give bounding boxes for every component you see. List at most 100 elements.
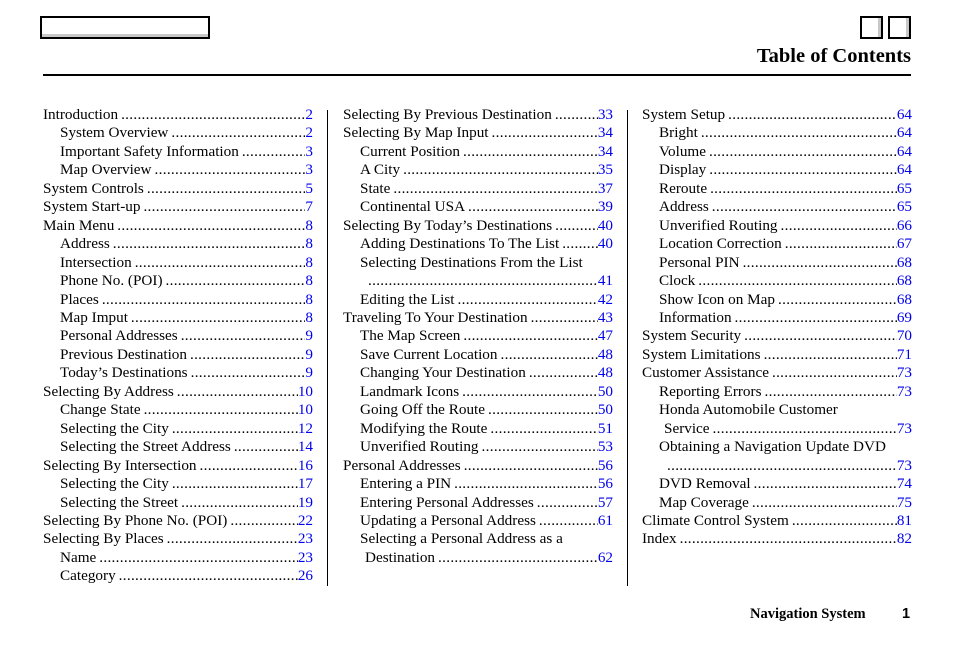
toc-page-link[interactable]: 8 bbox=[305, 291, 313, 309]
toc-page-link[interactable]: 48 bbox=[598, 346, 613, 364]
toc-entry[interactable]: Honda Automobile Customer bbox=[642, 401, 912, 419]
toc-entry[interactable]: Today’s Destinations 9 bbox=[43, 364, 313, 382]
toc-entry[interactable]: Reroute 65 bbox=[642, 180, 912, 198]
toc-page-link[interactable]: 61 bbox=[598, 512, 613, 530]
toc-entry[interactable]: System Controls 5 bbox=[43, 180, 313, 198]
toc-page-link[interactable]: 48 bbox=[598, 364, 613, 382]
toc-entry[interactable]: Bright 64 bbox=[642, 124, 912, 142]
toc-entry[interactable]: Map Overview 3 bbox=[43, 161, 313, 179]
toc-page-link[interactable]: 68 bbox=[897, 272, 912, 290]
toc-entry[interactable]: Map Imput 8 bbox=[43, 309, 313, 327]
toc-page-link[interactable]: 8 bbox=[305, 254, 313, 272]
toc-page-link[interactable]: 67 bbox=[897, 235, 912, 253]
toc-page-link[interactable]: 73 bbox=[897, 383, 912, 401]
toc-page-link[interactable]: 56 bbox=[598, 457, 613, 475]
toc-entry-continuation[interactable]: 73 bbox=[642, 457, 912, 475]
toc-page-link[interactable]: 74 bbox=[897, 475, 912, 493]
toc-page-link[interactable]: 69 bbox=[897, 309, 912, 327]
toc-page-link[interactable]: 82 bbox=[897, 530, 912, 548]
toc-entry-continuation[interactable]: 41 bbox=[343, 272, 613, 290]
toc-page-link[interactable]: 34 bbox=[598, 143, 613, 161]
toc-page-link[interactable]: 9 bbox=[305, 327, 313, 345]
toc-page-link[interactable]: 75 bbox=[897, 494, 912, 512]
toc-page-link[interactable]: 23 bbox=[298, 549, 313, 567]
toc-entry[interactable]: System Setup 64 bbox=[642, 106, 912, 124]
toc-entry[interactable]: Address 65 bbox=[642, 198, 912, 216]
toc-entry[interactable]: Selecting Destinations From the List bbox=[343, 254, 613, 272]
toc-entry[interactable]: Index 82 bbox=[642, 530, 912, 548]
toc-page-link[interactable]: 22 bbox=[298, 512, 313, 530]
toc-entry[interactable]: Address 8 bbox=[43, 235, 313, 253]
toc-entry[interactable]: Personal PIN 68 bbox=[642, 254, 912, 272]
toc-entry[interactable]: Obtaining a Navigation Update DVD bbox=[642, 438, 912, 456]
toc-page-link[interactable]: 37 bbox=[598, 180, 613, 198]
toc-entry[interactable]: Continental USA 39 bbox=[343, 198, 613, 216]
toc-entry[interactable]: Selecting the Street Address 14 bbox=[43, 438, 313, 456]
toc-entry[interactable]: System Security 70 bbox=[642, 327, 912, 345]
toc-page-link[interactable]: 35 bbox=[598, 161, 613, 179]
toc-page-link[interactable]: 8 bbox=[305, 272, 313, 290]
toc-page-link[interactable]: 50 bbox=[598, 401, 613, 419]
previous-page-button[interactable] bbox=[860, 16, 883, 39]
toc-entry[interactable]: Unverified Routing 66 bbox=[642, 217, 912, 235]
toc-page-link[interactable]: 19 bbox=[298, 494, 313, 512]
toc-entry[interactable]: Selecting By Previous Destination 33 bbox=[343, 106, 613, 124]
toc-page-link[interactable]: 65 bbox=[897, 198, 912, 216]
toc-entry[interactable]: Unverified Routing 53 bbox=[343, 438, 613, 456]
toc-page-link[interactable]: 34 bbox=[598, 124, 613, 142]
toc-page-link[interactable]: 73 bbox=[897, 364, 912, 382]
toc-page-link[interactable]: 3 bbox=[305, 143, 313, 161]
toc-page-link[interactable]: 26 bbox=[298, 567, 313, 585]
toc-entry[interactable]: Show Icon on Map 68 bbox=[642, 291, 912, 309]
toc-page-link[interactable]: 66 bbox=[897, 217, 912, 235]
toc-entry[interactable]: Map Coverage 75 bbox=[642, 494, 912, 512]
toc-entry[interactable]: Category 26 bbox=[43, 567, 313, 585]
toc-entry[interactable]: Display 64 bbox=[642, 161, 912, 179]
toc-entry[interactable]: Current Position 34 bbox=[343, 143, 613, 161]
toc-entry[interactable]: Places 8 bbox=[43, 291, 313, 309]
toc-entry[interactable]: Previous Destination 9 bbox=[43, 346, 313, 364]
toc-page-link[interactable]: 73 bbox=[897, 457, 912, 475]
toc-entry[interactable]: Entering a PIN 56 bbox=[343, 475, 613, 493]
toc-entry[interactable]: State 37 bbox=[343, 180, 613, 198]
toc-entry[interactable]: Selecting By Phone No. (POI) 22 bbox=[43, 512, 313, 530]
toc-entry[interactable]: System Limitations 71 bbox=[642, 346, 912, 364]
toc-entry[interactable]: Entering Personal Addresses 57 bbox=[343, 494, 613, 512]
toc-entry[interactable]: Change State 10 bbox=[43, 401, 313, 419]
toc-page-link[interactable]: 65 bbox=[897, 180, 912, 198]
toc-page-link[interactable]: 7 bbox=[305, 198, 313, 216]
toc-page-link[interactable]: 5 bbox=[305, 180, 313, 198]
toc-entry[interactable]: Selecting By Today’s Destinations 40 bbox=[343, 217, 613, 235]
toc-entry-continuation[interactable]: Service 73 bbox=[642, 420, 912, 438]
toc-page-link[interactable]: 71 bbox=[897, 346, 912, 364]
toc-entry[interactable]: Location Correction 67 bbox=[642, 235, 912, 253]
toc-page-link[interactable]: 41 bbox=[598, 272, 613, 290]
toc-entry[interactable]: Updating a Personal Address 61 bbox=[343, 512, 613, 530]
toc-page-link[interactable]: 8 bbox=[305, 235, 313, 253]
search-field[interactable] bbox=[40, 16, 210, 39]
toc-page-link[interactable]: 40 bbox=[598, 235, 613, 253]
toc-page-link[interactable]: 51 bbox=[598, 420, 613, 438]
toc-entry[interactable]: Reporting Errors 73 bbox=[642, 383, 912, 401]
toc-page-link[interactable]: 33 bbox=[598, 106, 613, 124]
toc-page-link[interactable]: 16 bbox=[298, 457, 313, 475]
toc-page-link[interactable]: 2 bbox=[305, 106, 313, 124]
toc-page-link[interactable]: 50 bbox=[598, 383, 613, 401]
next-page-button[interactable] bbox=[888, 16, 911, 39]
toc-entry[interactable]: Selecting a Personal Address as a bbox=[343, 530, 613, 548]
toc-page-link[interactable]: 64 bbox=[897, 124, 912, 142]
toc-entry-continuation[interactable]: Destination 62 bbox=[343, 549, 613, 567]
toc-page-link[interactable]: 47 bbox=[598, 327, 613, 345]
toc-page-link[interactable]: 68 bbox=[897, 254, 912, 272]
toc-entry[interactable]: Personal Addresses 9 bbox=[43, 327, 313, 345]
toc-entry[interactable]: Main Menu 8 bbox=[43, 217, 313, 235]
toc-entry[interactable]: Name 23 bbox=[43, 549, 313, 567]
toc-page-link[interactable]: 64 bbox=[897, 161, 912, 179]
toc-entry[interactable]: Selecting the Street 19 bbox=[43, 494, 313, 512]
toc-page-link[interactable]: 10 bbox=[298, 383, 313, 401]
toc-page-link[interactable]: 39 bbox=[598, 198, 613, 216]
toc-page-link[interactable]: 68 bbox=[897, 291, 912, 309]
toc-entry[interactable]: Important Safety Information 3 bbox=[43, 143, 313, 161]
toc-entry[interactable]: Personal Addresses 56 bbox=[343, 457, 613, 475]
toc-page-link[interactable]: 73 bbox=[897, 420, 912, 438]
